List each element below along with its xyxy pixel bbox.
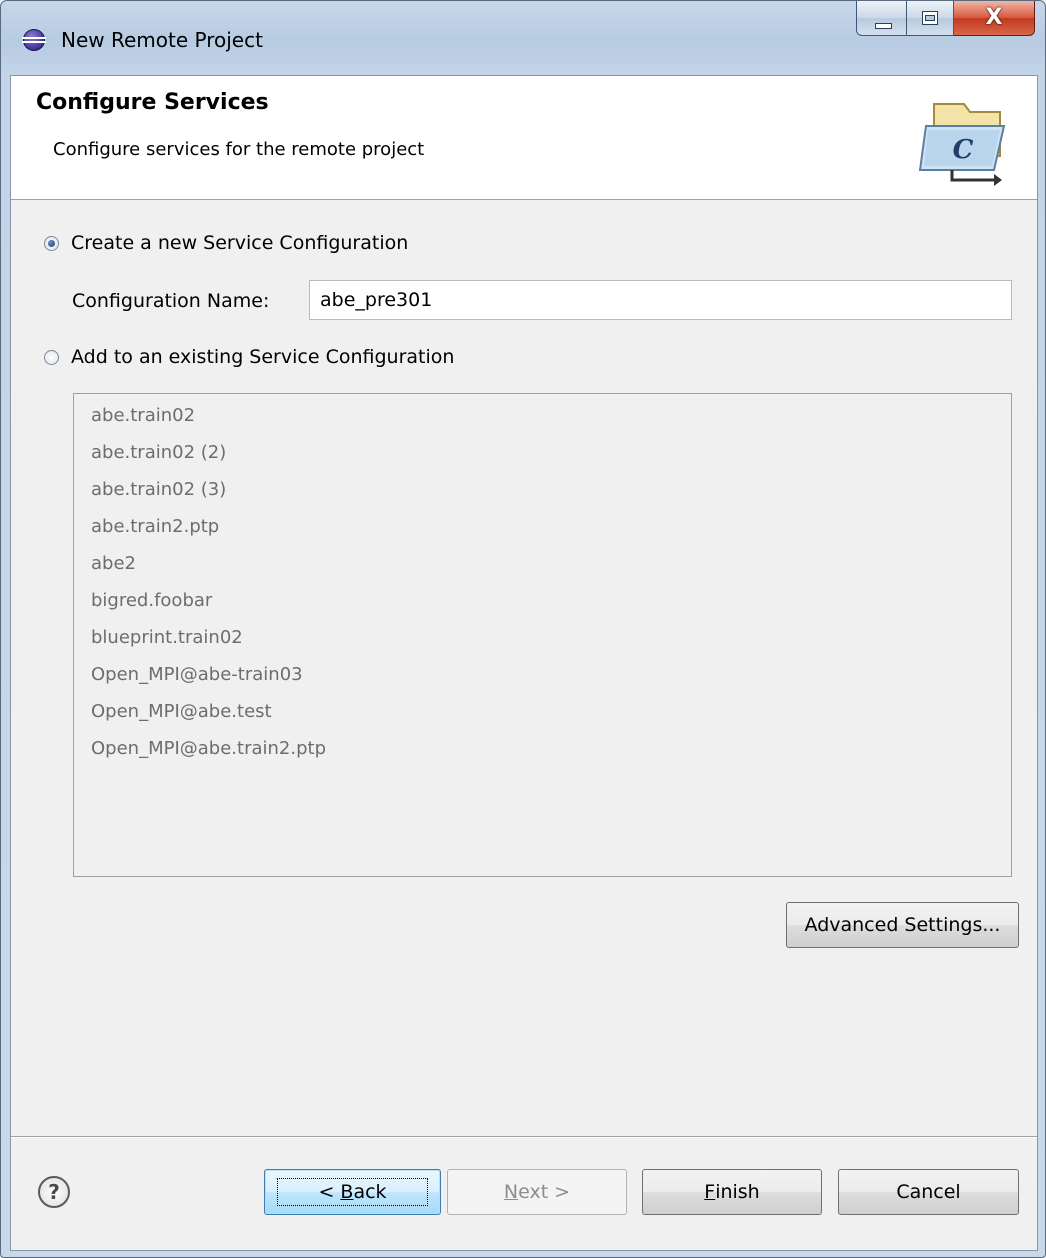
- list-item: Open_MPI@abe.test: [91, 701, 272, 722]
- finish-mnemonic: F: [704, 1181, 716, 1203]
- page-description: Configure services for the remote projec…: [53, 139, 425, 160]
- page-title: Configure Services: [36, 90, 269, 115]
- create-new-radio[interactable]: [44, 235, 59, 251]
- maximize-button[interactable]: [907, 1, 954, 36]
- back-button[interactable]: < Back: [264, 1169, 441, 1215]
- existing-config-list: abe.train02 abe.train02 (2) abe.train02 …: [73, 393, 1012, 877]
- config-name-input[interactable]: [309, 280, 1012, 320]
- c-project-folder-icon: C: [918, 103, 1006, 186]
- minimize-button[interactable]: [856, 1, 907, 36]
- list-item: abe.train02 (2): [91, 442, 227, 463]
- wizard-banner: Configure Services Configure services fo…: [11, 76, 1037, 200]
- title-bar[interactable]: New Remote Project X: [1, 1, 1045, 75]
- back-rest: ack: [353, 1181, 387, 1203]
- caption-buttons: X: [856, 1, 1035, 37]
- help-icon[interactable]: ?: [38, 1176, 70, 1208]
- maximize-icon: [922, 11, 938, 25]
- finish-rest: inish: [715, 1181, 760, 1203]
- next-button[interactable]: Next >: [447, 1169, 627, 1215]
- list-item: abe.train02: [91, 405, 196, 426]
- list-item: Open_MPI@abe.train2.ptp: [91, 738, 327, 759]
- config-name-label: Configuration Name:: [72, 290, 270, 312]
- minimize-icon: [875, 23, 892, 29]
- add-existing-config-option[interactable]: Add to an existing Service Configuration: [44, 346, 454, 368]
- list-item: abe2: [91, 553, 136, 574]
- create-new-label: Create a new Service Configuration: [71, 232, 409, 254]
- focus-ring: < Back: [277, 1178, 428, 1206]
- dialog-window: New Remote Project X Configure Services …: [0, 0, 1046, 1258]
- add-existing-label: Add to an existing Service Configuration: [71, 346, 455, 368]
- list-item: bigred.foobar: [91, 590, 213, 611]
- close-icon: X: [985, 5, 1003, 30]
- cancel-button[interactable]: Cancel: [838, 1169, 1019, 1215]
- finish-button[interactable]: Finish: [642, 1169, 822, 1215]
- next-rest: ext >: [518, 1181, 571, 1203]
- list-item: abe.train02 (3): [91, 479, 227, 500]
- svg-text:C: C: [953, 135, 974, 165]
- next-mnemonic: N: [503, 1181, 519, 1203]
- add-existing-radio[interactable]: [44, 349, 59, 365]
- eclipse-icon: [22, 29, 46, 51]
- footer-divider-highlight: [11, 1137, 1037, 1138]
- list-item: Open_MPI@abe-train03: [91, 664, 303, 685]
- list-item: blueprint.train02: [91, 627, 243, 648]
- advanced-settings-button[interactable]: Advanced Settings...: [786, 902, 1019, 948]
- create-new-config-option[interactable]: Create a new Service Configuration: [44, 232, 408, 254]
- list-item: abe.train2.ptp: [91, 516, 220, 537]
- dialog-client-area: Configure Services Configure services fo…: [10, 75, 1038, 1251]
- close-button[interactable]: X: [954, 1, 1035, 36]
- window-title: New Remote Project: [61, 28, 263, 52]
- back-mnemonic: B: [340, 1181, 354, 1203]
- back-prefix: <: [318, 1181, 341, 1203]
